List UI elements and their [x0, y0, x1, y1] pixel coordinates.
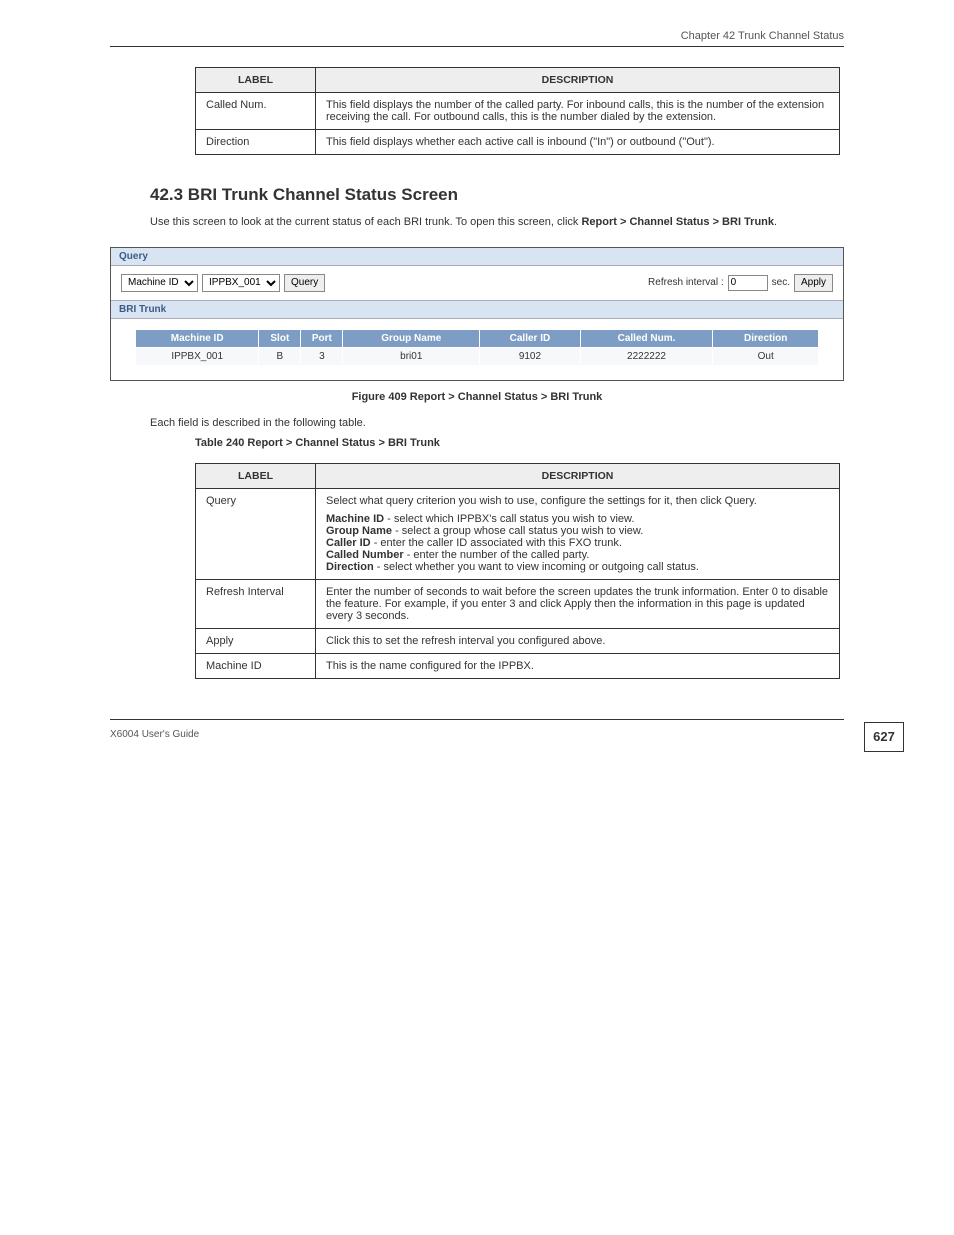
th-direction: Direction: [713, 329, 819, 347]
table-row: Apply Click this to set the refresh inte…: [196, 628, 840, 653]
cell-label: Query: [196, 488, 316, 579]
table-240-caption: Table 240 Report > Channel Status > BRI …: [195, 437, 844, 449]
refresh-label: Refresh interval :: [648, 277, 724, 288]
cell-label: Direction: [196, 130, 316, 155]
table-240: LABEL DESCRIPTION Query Select what quer…: [195, 463, 840, 679]
cell-label: Refresh Interval: [196, 579, 316, 628]
col-label: LABEL: [196, 68, 316, 93]
desc-intro: Each field is described in the following…: [150, 417, 844, 429]
criterion-select[interactable]: Machine ID: [121, 274, 198, 292]
cell-label: Called Num.: [196, 93, 316, 130]
cell-desc: Click this to set the refresh interval y…: [316, 628, 840, 653]
th-called-num: Called Num.: [580, 329, 713, 347]
section-paragraph: Use this screen to look at the current s…: [150, 215, 844, 231]
apply-button[interactable]: Apply: [794, 274, 833, 292]
section-heading: 42.3 BRI Trunk Channel Status Screen: [110, 185, 844, 205]
col-desc: DESCRIPTION: [316, 68, 840, 93]
refresh-unit: sec.: [772, 277, 790, 288]
cell-label: Apply: [196, 628, 316, 653]
cell-desc: Enter the number of seconds to wait befo…: [316, 579, 840, 628]
page-header: Chapter 42 Trunk Channel Status: [110, 30, 844, 47]
query-row: Machine ID IPPBX_001 Query Refresh inter…: [111, 266, 843, 300]
query-button[interactable]: Query: [284, 274, 325, 292]
figure-caption: Figure 409 Report > Channel Status > BRI…: [110, 391, 844, 403]
th-slot: Slot: [259, 329, 301, 347]
refresh-input[interactable]: [728, 275, 768, 291]
machine-id-select[interactable]: IPPBX_001: [202, 274, 280, 292]
th-machine-id: Machine ID: [136, 329, 259, 347]
chapter-title: Chapter 42 Trunk Channel Status: [681, 30, 844, 42]
table-row: Called Num. This field displays the numb…: [196, 93, 840, 130]
table-row: Query Select what query criterion you wi…: [196, 488, 840, 579]
th-port: Port: [301, 329, 343, 347]
cell-desc: This field displays the number of the ca…: [316, 93, 840, 130]
th-group-name: Group Name: [343, 329, 480, 347]
cell-label: Machine ID: [196, 653, 316, 678]
page-number: 627: [864, 722, 904, 752]
query-panel-title: Query: [111, 248, 843, 266]
screenshot: Query Machine ID IPPBX_001 Query Refresh…: [110, 247, 844, 381]
col-desc: DESCRIPTION: [316, 463, 840, 488]
cell-desc: Select what query criterion you wish to …: [316, 488, 840, 579]
table-row: IPPBX_001 B 3 bri01 9102 2222222 Out: [136, 347, 819, 365]
col-label: LABEL: [196, 463, 316, 488]
table-239: LABEL DESCRIPTION Called Num. This field…: [195, 67, 840, 155]
trunk-panel-title: BRI Trunk: [111, 300, 843, 319]
table-row: Direction This field displays whether ea…: [196, 130, 840, 155]
table-row: Machine ID This is the name configured f…: [196, 653, 840, 678]
cell-desc: This field displays whether each active …: [316, 130, 840, 155]
trunk-table: Machine ID Slot Port Group Name Caller I…: [135, 329, 819, 366]
footer-text: X6004 User's Guide: [110, 729, 199, 740]
table-row: Refresh Interval Enter the number of sec…: [196, 579, 840, 628]
cell-desc: This is the name configured for the IPPB…: [316, 653, 840, 678]
th-caller-id: Caller ID: [480, 329, 580, 347]
page-footer: X6004 User's Guide 627: [110, 719, 844, 759]
